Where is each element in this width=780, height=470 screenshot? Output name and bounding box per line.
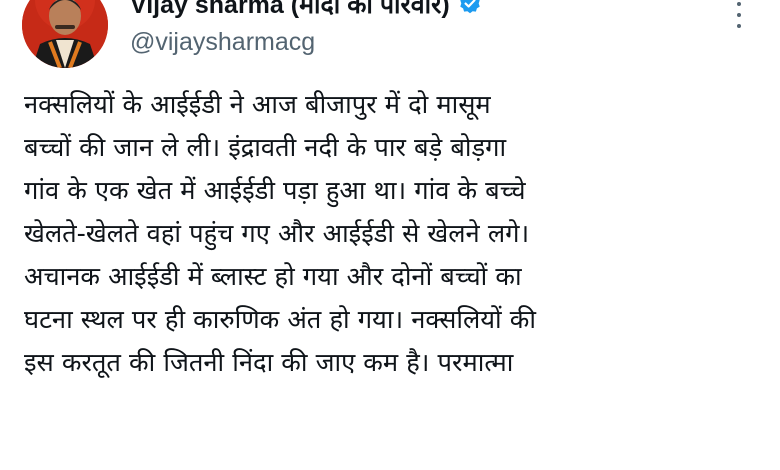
avatar-image <box>22 0 108 68</box>
tweet-header: Vijay sharma (मोदी का परिवार) @vijayshar… <box>0 0 780 72</box>
tweet-text-line: घटना स्थल पर ही कारुणिक अंत हो गया। नक्स… <box>24 305 536 335</box>
more-dot <box>737 13 741 17</box>
more-dot <box>737 2 741 6</box>
tweet-text-line: गांव के एक खेत में आईईडी पड़ा हुआ था। गा… <box>24 176 526 206</box>
tweet-text-line: इस करतूत की जितनी निंदा की जाए कम है। पर… <box>24 348 514 378</box>
more-dot <box>737 24 741 28</box>
tweet-text: नक्सलियों के आईईडी ने आज बीजापुर में दो … <box>24 84 764 470</box>
more-vertical-icon[interactable] <box>728 2 750 28</box>
tweet-text-line: अचानक आईईडी में ब्लास्ट हो गया और दोनों … <box>24 262 522 292</box>
author-handle[interactable]: @vijaysharmacg <box>130 28 315 57</box>
tweet-text-line: नक्सलियों के आईईडी ने आज बीजापुर में दो … <box>24 90 491 120</box>
author-display-name[interactable]: Vijay sharma (मोदी का परिवार) <box>130 0 450 21</box>
author-name-row: Vijay sharma (मोदी का परिवार) <box>130 0 482 21</box>
verified-badge-icon <box>458 0 482 16</box>
tweet-text-line: खेलते-खेलते वहां पहुंच गए और आईईडी से खे… <box>24 219 530 249</box>
tweet-text-line: बच्चों की जान ले ली। इंद्रावती नदी के पा… <box>24 133 507 163</box>
avatar[interactable] <box>22 0 108 68</box>
